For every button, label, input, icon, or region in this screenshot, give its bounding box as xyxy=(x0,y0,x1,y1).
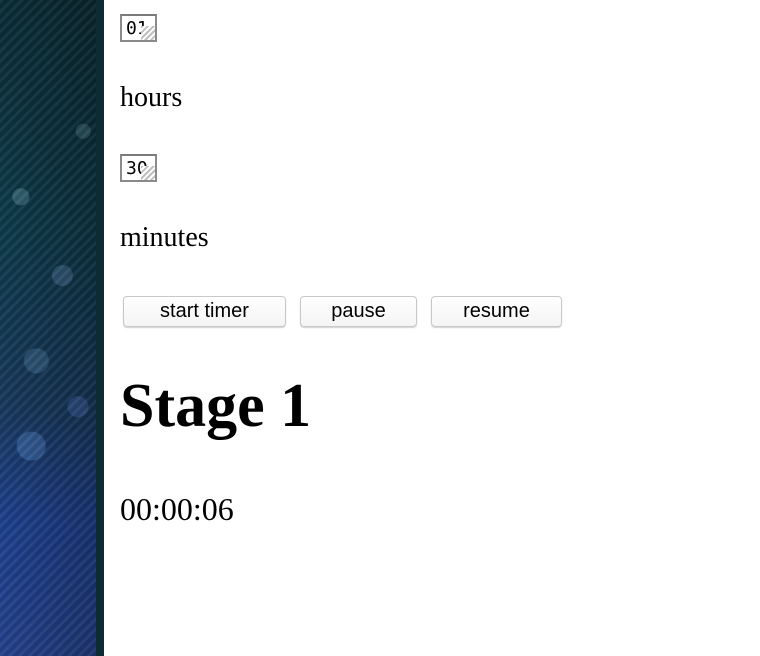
background-edge xyxy=(96,0,104,656)
start-timer-button[interactable]: start timer xyxy=(123,296,286,327)
minutes-input[interactable] xyxy=(120,154,157,182)
elapsed-time-display: 00:00:06 xyxy=(120,491,234,527)
hours-input[interactable] xyxy=(120,14,157,42)
pause-button[interactable]: pause xyxy=(300,296,417,327)
stage-title: Stage 1 xyxy=(120,372,312,440)
timer-form: hours minutes start timer pause resume S… xyxy=(120,0,760,656)
hours-field-wrapper xyxy=(120,14,157,42)
background-photo xyxy=(0,0,104,656)
hours-label: hours xyxy=(120,82,183,113)
minutes-field-wrapper xyxy=(120,154,157,182)
resume-button[interactable]: resume xyxy=(431,296,562,327)
minutes-label: minutes xyxy=(120,222,209,253)
page: hours minutes start timer pause resume S… xyxy=(0,0,760,656)
